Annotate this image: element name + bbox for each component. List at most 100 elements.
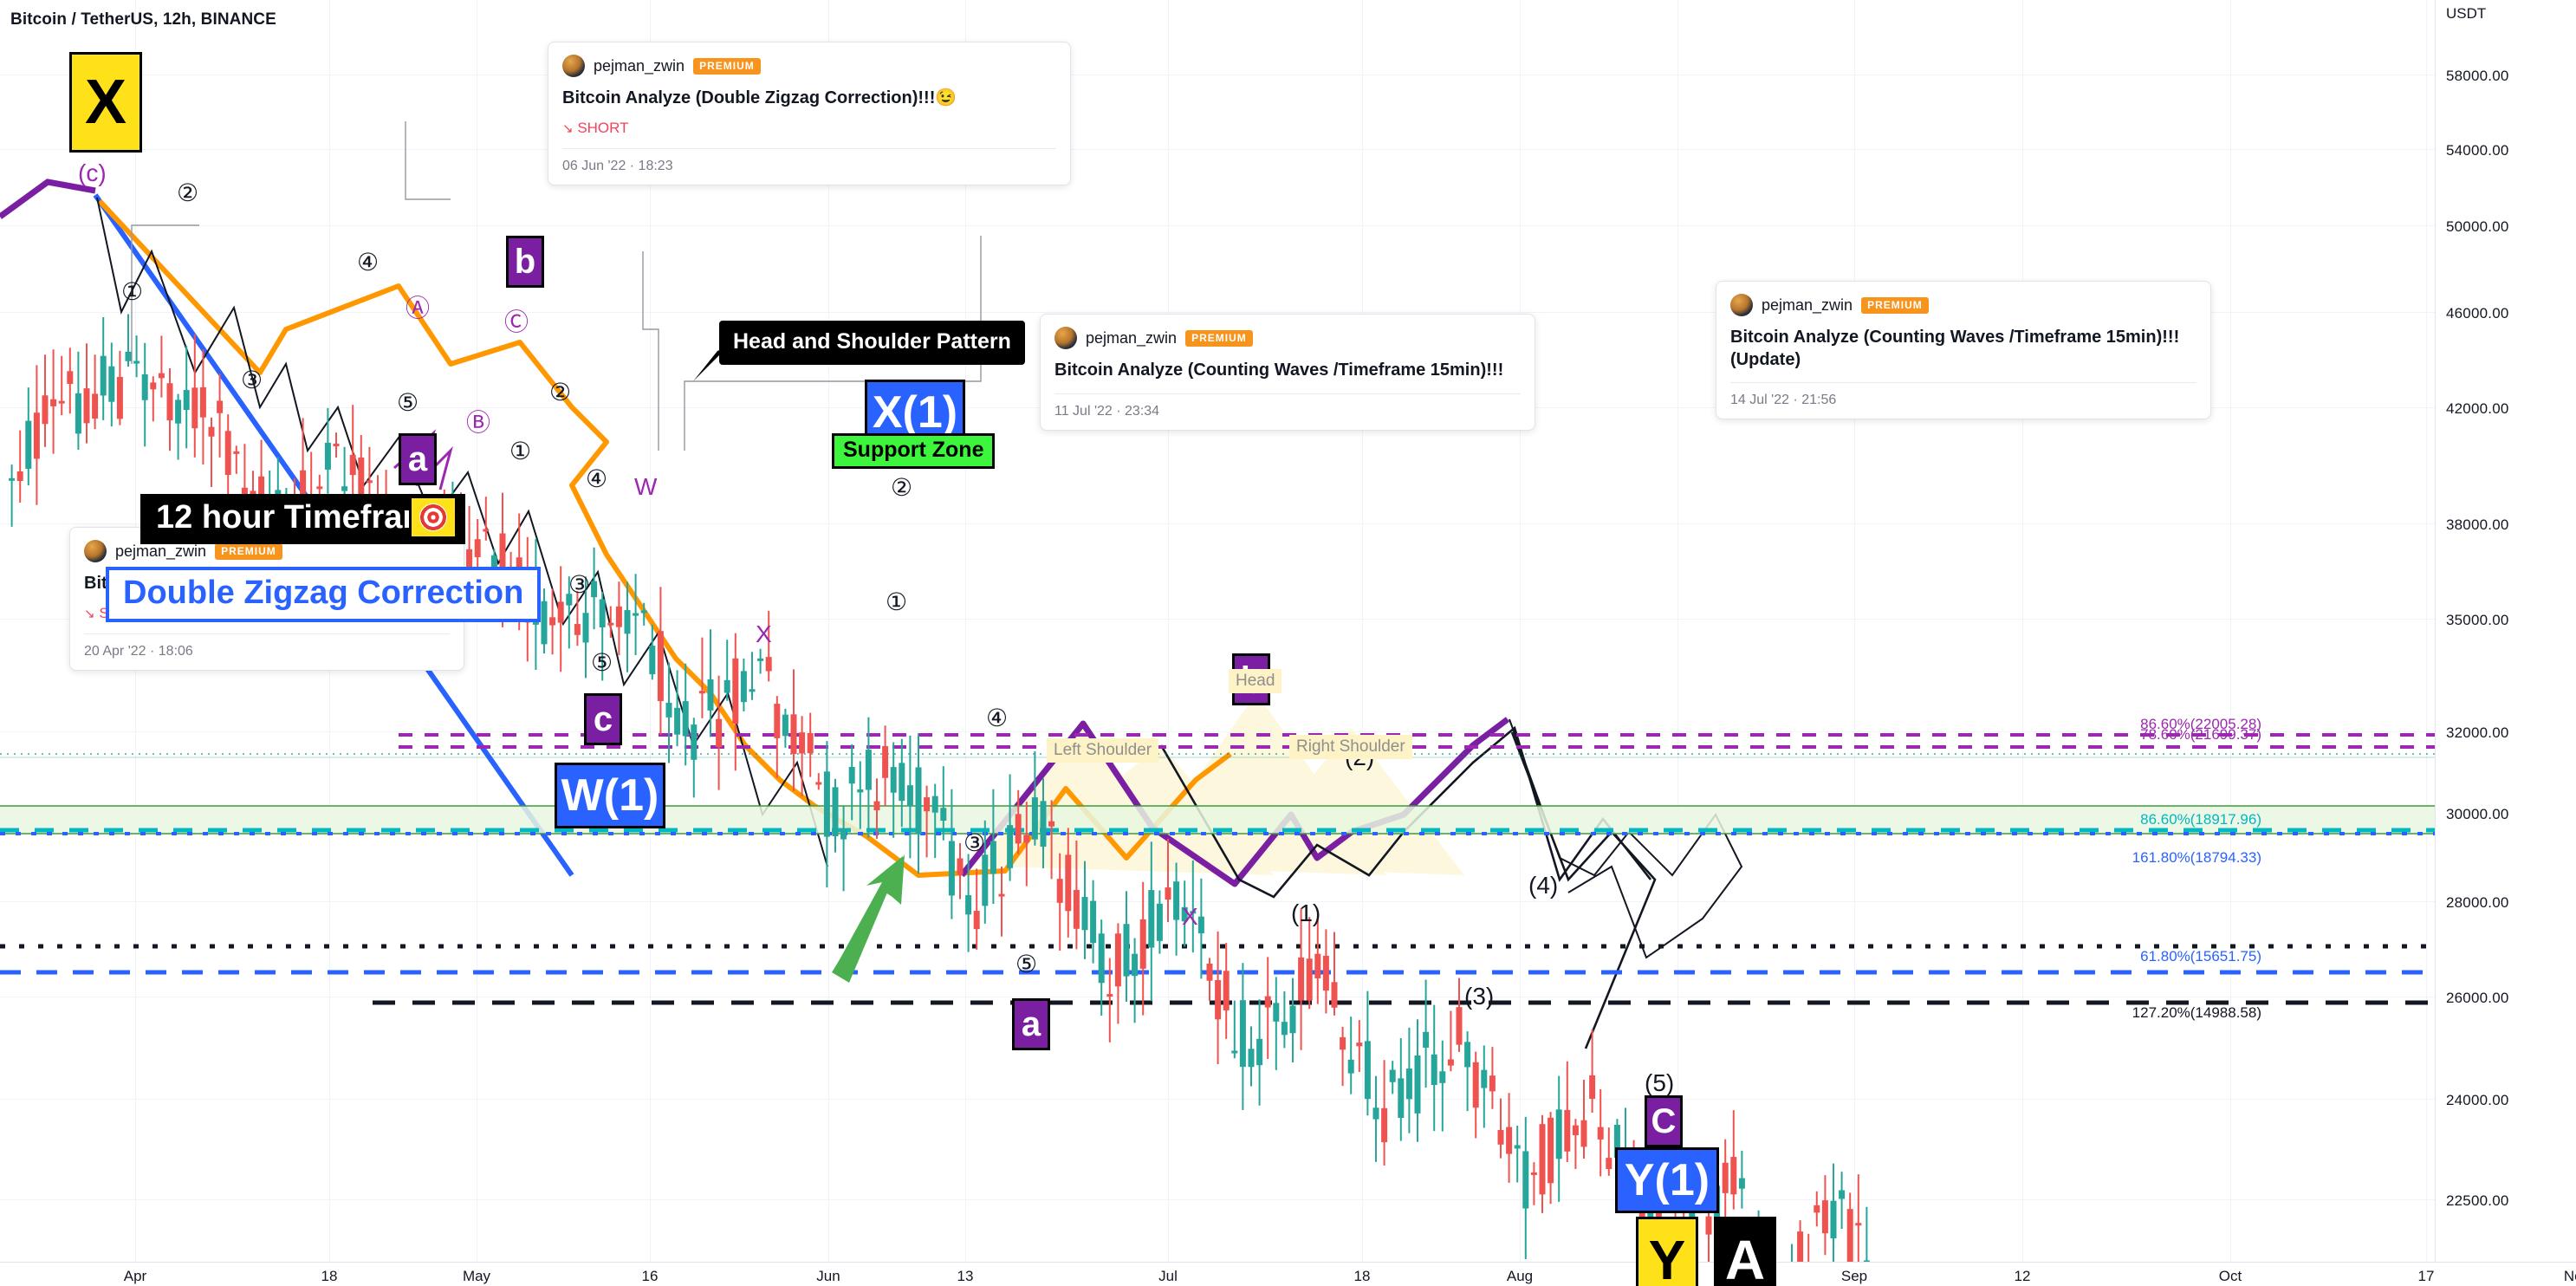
note-date: 11 Jul '22 · 23:34 [1054, 403, 1160, 419]
idea-note-card[interactable]: pejman_zwin PREMIUM Bitcoin Analyze (Count… [1040, 314, 1535, 431]
note-title[interactable]: Bitcoin Analyze (Counting Waves /Timefra… [1730, 327, 2196, 371]
time-tick: Jun [816, 1268, 840, 1284]
price-tick: 24000.00 [2446, 1092, 2509, 1108]
wave-c-box-2: C [1645, 1095, 1683, 1147]
wave-marker: Ⓒ [504, 309, 529, 335]
wave-marker: ① [886, 588, 908, 615]
note-username[interactable]: pejman_zwin [1762, 296, 1853, 315]
note-username[interactable]: pejman_zwin [115, 542, 206, 561]
wave-marker: (4) [1528, 872, 1559, 899]
time-tick: Apr [123, 1268, 147, 1284]
time-tick: 13 [957, 1268, 974, 1284]
head-and-shoulder-callout: Head and Shoulder Pattern [719, 321, 1025, 365]
wave-y-box: Y [1636, 1217, 1698, 1286]
time-tick: 17 [2417, 1268, 2435, 1284]
time-tick: 16 [641, 1268, 659, 1284]
page-title: Bitcoin / TetherUS, 12h, BINANCE [10, 10, 276, 29]
gridline-h [0, 1099, 2435, 1100]
short-arrow-icon: ↘ [84, 606, 95, 621]
gridline-v [2426, 0, 2427, 1262]
note-date: 14 Jul '22 · 21:56 [1730, 393, 1837, 408]
idea-note-card[interactable]: pejman_zwin PREMIUM Bitcoin Analyze (Count… [1716, 281, 2211, 420]
gridline-v [1677, 0, 1678, 1262]
price-tick: 26000.00 [2446, 990, 2509, 1006]
wave-a-box-3: A [1714, 1217, 1776, 1286]
gridline-h [0, 731, 2435, 732]
wave-a-box-2: a [1012, 998, 1050, 1050]
time-tick: 18 [1353, 1268, 1371, 1284]
fib-7860-upper: 78.60%(21699.37) [2140, 726, 2261, 743]
avatar [1730, 294, 1753, 316]
gridline-v [828, 0, 829, 1262]
wave-marker: X [756, 620, 772, 647]
wave-marker: ④ [986, 705, 1009, 731]
idea-note-card[interactable]: pejman_zwin PREMIUM Bitcoin Analyze (Doubl… [548, 42, 1071, 185]
wave-marker: (c) [78, 159, 107, 186]
time-tick: May [462, 1268, 491, 1284]
note-header: pejman_zwin PREMIUM [562, 55, 1056, 77]
head-tag: Head [1229, 669, 1282, 693]
gridline-h [0, 901, 2435, 902]
price-axis-unit: USDT [2446, 5, 2487, 22]
price-tick: 22500.00 [2446, 1192, 2509, 1209]
time-tick: Oct [2218, 1268, 2242, 1284]
note-header: pejman_zwin PREMIUM [1054, 327, 1521, 349]
fib-8660-support: 86.60%(18917.96) [2140, 811, 2261, 828]
price-tick: 28000.00 [2446, 894, 2509, 911]
note-divider [84, 633, 450, 634]
premium-badge: PREMIUM [693, 57, 761, 75]
short-arrow-icon: ↘ [562, 120, 574, 136]
target-arrow-green [832, 854, 905, 983]
wave-marker: (5) [1645, 1069, 1675, 1096]
gridline-v [1168, 0, 1169, 1262]
wave-marker: ⑤ [591, 649, 613, 676]
time-tick: Aug [1506, 1268, 1534, 1284]
wave-marker: ③ [241, 367, 263, 393]
gridline-v [1854, 0, 1855, 1262]
premium-badge: PREMIUM [1861, 296, 1929, 314]
note-title[interactable]: Bitcoin Analyze (Double Zigzag Correctio… [562, 88, 1056, 110]
price-tick: 46000.00 [2446, 305, 2509, 322]
note-divider [1054, 393, 1521, 394]
price-axis[interactable]: USDT 58000.00 54000.00 50000.00 46000.00 420… [2435, 0, 2576, 1262]
left-shoulder-tag: Left Shoulder [1047, 738, 1159, 763]
premium-badge: PREMIUM [1185, 329, 1253, 347]
gridline-h [0, 225, 2435, 226]
note-username[interactable]: pejman_zwin [594, 57, 685, 75]
wave-marker: W [634, 473, 658, 500]
wave-marker: ⑤ [1015, 951, 1038, 977]
wave-marker: Ⓐ [406, 295, 431, 322]
wave-marker: ③ [568, 571, 591, 598]
note-divider [562, 147, 1056, 149]
note-divider [1730, 382, 2196, 384]
note-date: 20 Apr '22 · 18:06 [84, 643, 193, 659]
note-username[interactable]: pejman_zwin [1086, 329, 1177, 347]
price-tick: 38000.00 [2446, 516, 2509, 533]
wave-marker: ④ [586, 465, 608, 492]
wave-marker: ① [121, 278, 144, 305]
gridline-v [2230, 0, 2231, 1262]
wave-marker: ③ [964, 829, 986, 856]
target-icon [409, 496, 457, 539]
support-zone-label: Support Zone [832, 433, 996, 469]
premium-badge: PREMIUM [215, 542, 282, 560]
wave-marker: X [1182, 903, 1198, 930]
time-tick: 12 [2014, 1268, 2031, 1284]
wave-marker: ② [549, 379, 572, 406]
note-title[interactable]: Bitcoin Analyze (Counting Waves /Timefra… [1054, 360, 1521, 382]
gridline-v [650, 0, 651, 1262]
note-date: 06 Jun '22 · 18:23 [562, 158, 673, 173]
price-tick: 58000.00 [2446, 68, 2509, 84]
gridline-v [1520, 0, 1521, 1262]
wave-a-box-1: a [399, 433, 437, 485]
time-axis[interactable]: Apr18May16Jun13Jul18Aug15Sep12Oct17Nov [0, 1262, 2576, 1286]
zigzag-banner: Double Zigzag Correction [106, 567, 542, 622]
time-tick: Nov [2563, 1268, 2576, 1284]
gridline-v [2022, 0, 2023, 1262]
price-tick: 42000.00 [2446, 400, 2509, 417]
avatar [562, 55, 585, 77]
fib-6180-lower: 61.80%(15651.75) [2140, 948, 2261, 964]
wave-x-box: X [69, 52, 142, 153]
avatar [84, 540, 107, 562]
wave-marker: ⑤ [397, 389, 419, 416]
